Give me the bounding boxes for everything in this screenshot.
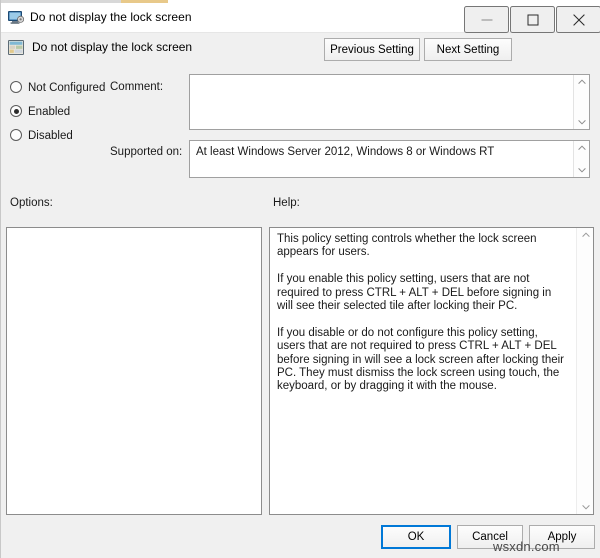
scroll-down-icon[interactable] [577, 500, 594, 514]
radio-indicator [10, 129, 22, 141]
monitor-policy-icon [8, 10, 24, 25]
comment-input[interactable] [189, 74, 590, 130]
radio-indicator-selected [10, 105, 22, 117]
supported-on-field[interactable]: At least Windows Server 2012, Windows 8 … [189, 140, 590, 178]
ok-button[interactable]: OK [381, 525, 451, 549]
help-scrollbar[interactable] [576, 228, 593, 514]
radio-label: Enabled [28, 106, 70, 118]
window-title: Do not display the lock screen [30, 10, 192, 24]
radio-enabled[interactable]: Enabled [10, 105, 70, 118]
watermark: wsxdn.com [493, 539, 560, 554]
help-panel: This policy setting controls whether the… [269, 227, 594, 515]
maximize-button[interactable] [510, 6, 555, 33]
setting-name: Do not display the lock screen [32, 40, 192, 54]
policy-setting-icon [8, 40, 25, 56]
scroll-up-icon[interactable] [574, 141, 590, 155]
scroll-up-icon[interactable] [574, 75, 590, 89]
options-label: Options: [10, 197, 53, 209]
next-setting-button[interactable]: Next Setting [424, 38, 512, 61]
help-label: Help: [273, 197, 300, 209]
policy-setting-dialog: Do not display the lock screen Do not di… [0, 0, 600, 558]
scroll-up-icon[interactable] [577, 228, 594, 242]
previous-setting-button[interactable]: Previous Setting [324, 38, 420, 61]
supported-on-scrollbar[interactable] [573, 141, 589, 177]
settings-upper-pane: Not Configured Enabled Disabled Comment:… [1, 66, 600, 185]
radio-not-configured[interactable]: Not Configured [10, 81, 105, 94]
comment-label: Comment: [110, 81, 163, 93]
title-bar: Do not display the lock screen [1, 3, 600, 33]
scroll-down-icon[interactable] [574, 163, 590, 177]
setting-header: Do not display the lock screen Previous … [1, 33, 600, 66]
close-button[interactable] [556, 6, 600, 33]
supported-on-label: Supported on: [110, 146, 182, 158]
scroll-down-icon[interactable] [574, 115, 590, 129]
radio-indicator [10, 81, 22, 93]
radio-label: Not Configured [28, 82, 105, 94]
comment-scrollbar[interactable] [573, 75, 589, 129]
radio-label: Disabled [28, 130, 73, 142]
minimize-button[interactable] [464, 6, 509, 33]
options-panel[interactable] [6, 227, 262, 515]
help-text: This policy setting controls whether the… [277, 233, 569, 394]
supported-on-value: At least Windows Server 2012, Windows 8 … [196, 146, 494, 158]
radio-disabled[interactable]: Disabled [10, 129, 73, 142]
